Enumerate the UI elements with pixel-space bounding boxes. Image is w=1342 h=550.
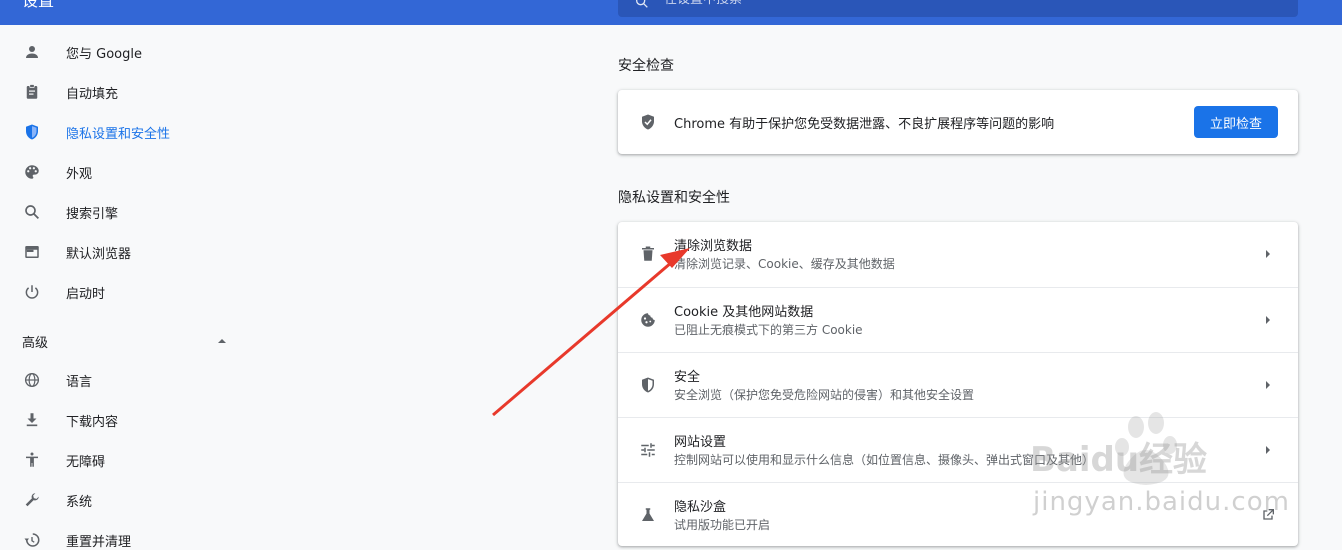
watermark-url: jingyan.baidu.com bbox=[1033, 487, 1290, 517]
watermark-brand: Baidu经验 bbox=[1030, 440, 1208, 480]
